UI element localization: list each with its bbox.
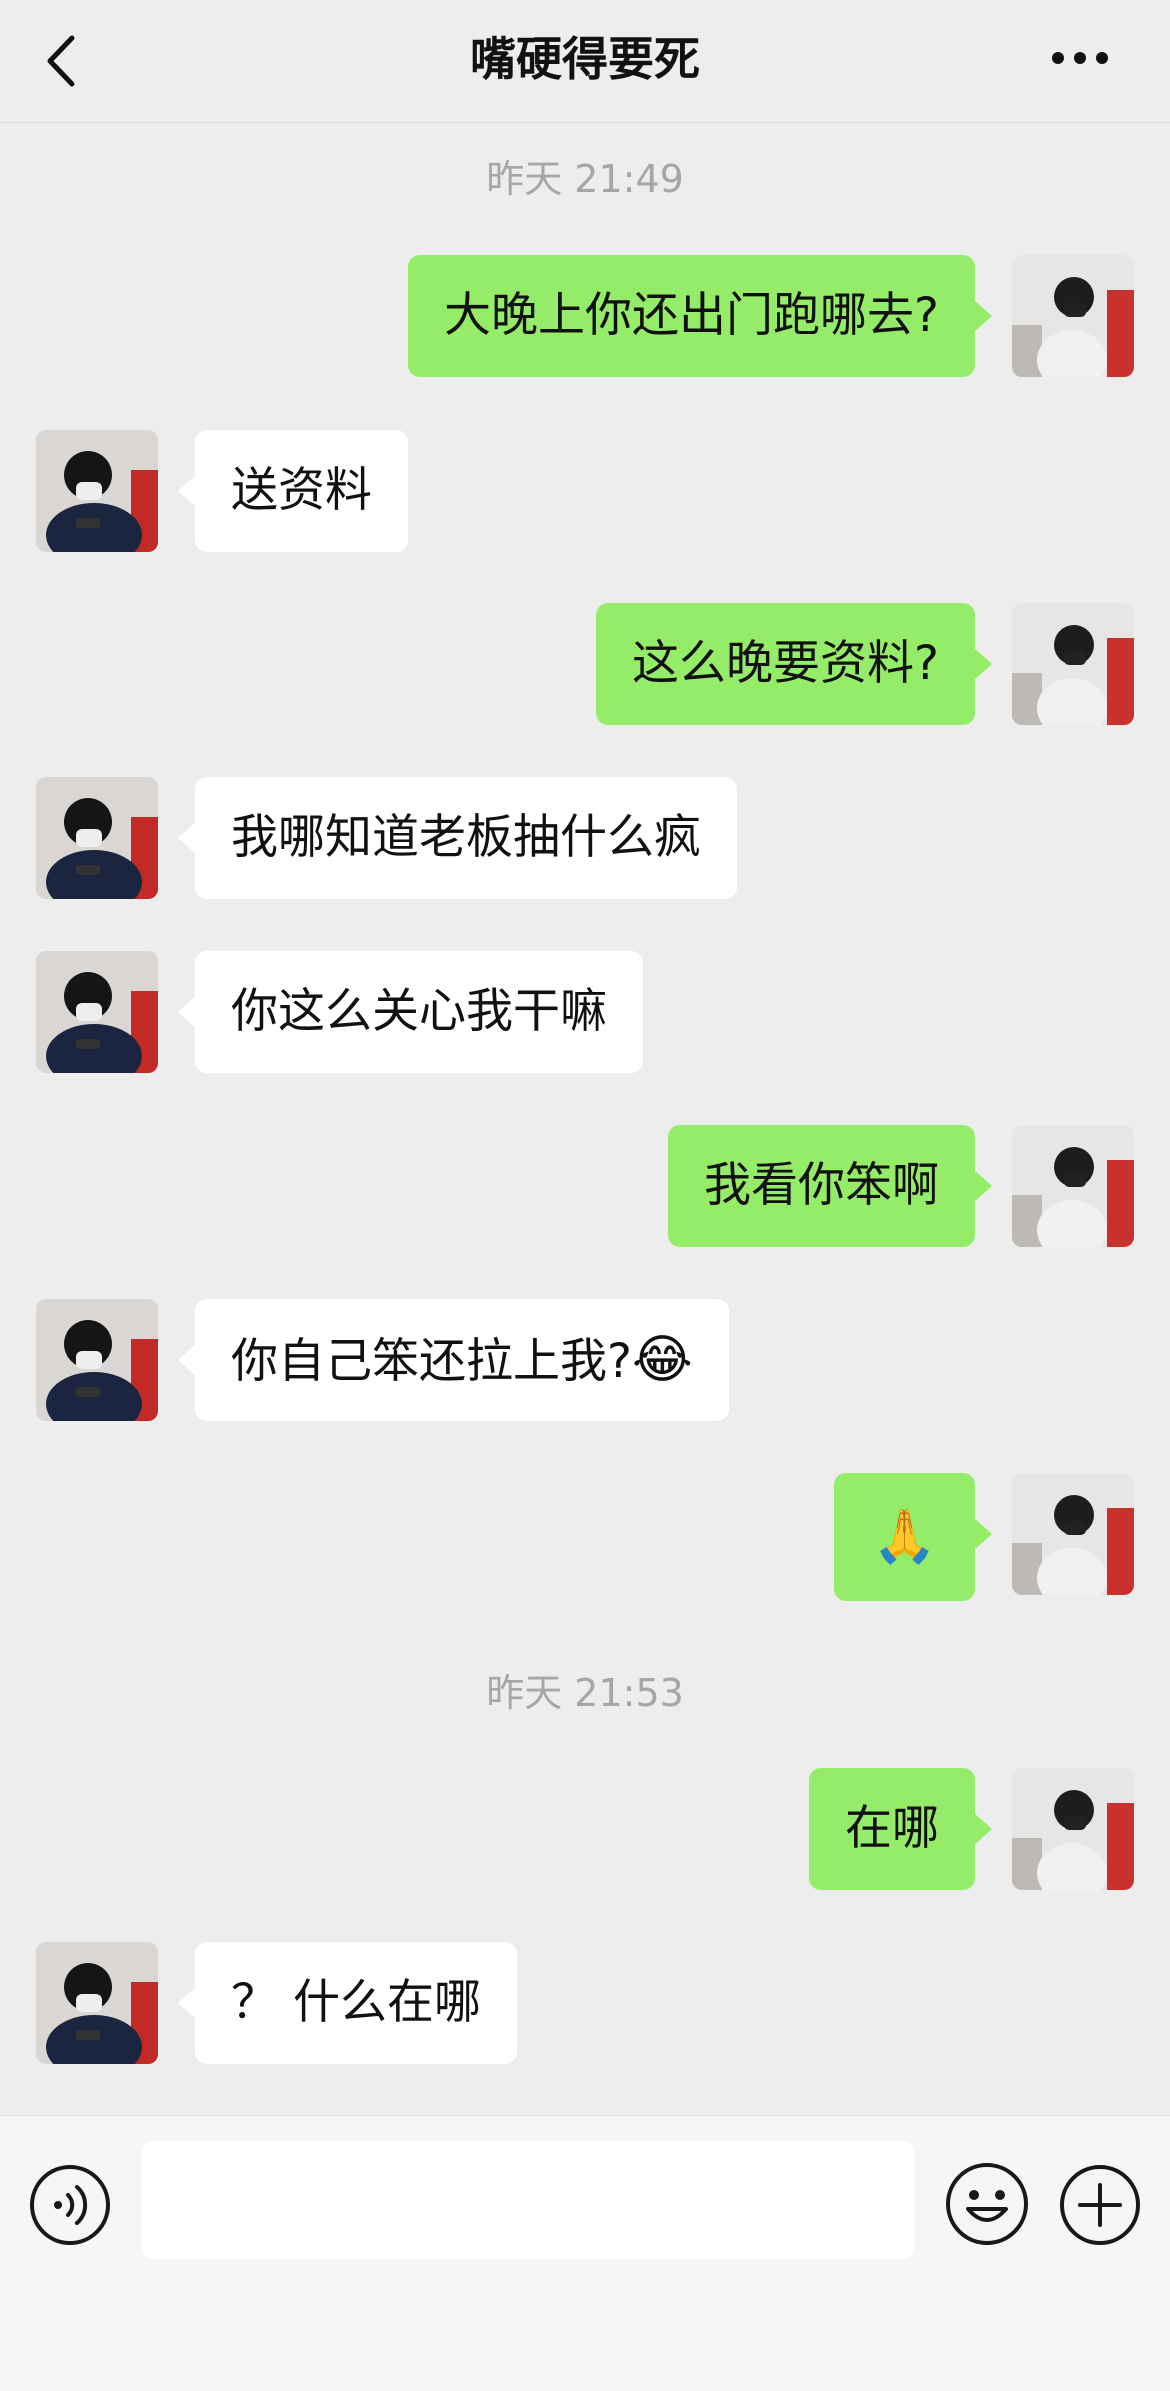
contact-avatar[interactable]: [36, 777, 158, 899]
message-bubble-sent[interactable]: 我看你笨啊: [668, 1125, 992, 1247]
input-bar: [0, 2115, 1170, 2391]
avatar-image: [1012, 1125, 1134, 1247]
timestamp: 昨天 21:53: [486, 1671, 684, 1715]
avatar-image: [1012, 1768, 1134, 1890]
avatar-image: [36, 951, 158, 1073]
message-bubble-received[interactable]: 送资料: [178, 430, 408, 552]
message-bubble-received[interactable]: 你这么关心我干嘛: [178, 951, 643, 1073]
message-bubble-received[interactable]: 你自己笨还拉上我?😂: [178, 1299, 729, 1421]
avatar-image: [1012, 255, 1134, 377]
contact-avatar[interactable]: [36, 1942, 158, 2064]
message-bubble-received[interactable]: 我哪知道老板抽什么疯: [178, 777, 737, 899]
more-functions-button[interactable]: [1058, 2163, 1142, 2247]
chat-header: 嘴硬得要死: [0, 0, 1170, 123]
message-bubble-sent[interactable]: 大晚上你还出门跑哪去?: [408, 255, 992, 377]
message-text: 我看你笨啊: [704, 1158, 939, 1213]
timestamp: 昨天 21:49: [486, 157, 684, 201]
contact-avatar[interactable]: [36, 430, 158, 552]
laughing-emoji: 😂: [631, 1330, 693, 1390]
message-text: 大晚上你还出门跑哪去?: [444, 288, 939, 343]
voice-icon: [30, 2165, 110, 2245]
my-avatar[interactable]: [1012, 1473, 1134, 1595]
avatar-image: [1012, 603, 1134, 725]
my-avatar[interactable]: [1012, 255, 1134, 377]
message-bubble-sent[interactable]: 🙏: [834, 1473, 992, 1601]
more-options-button[interactable]: [1040, 30, 1120, 86]
my-avatar[interactable]: [1012, 603, 1134, 725]
my-avatar[interactable]: [1012, 1125, 1134, 1247]
chat-title: 嘴硬得要死: [470, 32, 700, 86]
voice-button[interactable]: [28, 2163, 112, 2247]
message-text: 你自己笨还拉上我?: [231, 1334, 632, 1389]
message-text: 在哪: [845, 1801, 939, 1856]
more-dots-icon: [1052, 52, 1108, 64]
emoji-button[interactable]: [944, 2161, 1030, 2247]
message-text: 你这么关心我干嘛: [231, 984, 607, 1039]
message-text: 这么晚要资料?: [632, 636, 939, 691]
praying-hands-emoji: 🙏: [872, 1507, 937, 1567]
message-bubble-sent[interactable]: 这么晚要资料?: [596, 603, 992, 725]
avatar-image: [36, 430, 158, 552]
contact-avatar[interactable]: [36, 1299, 158, 1421]
message-text: 我哪知道老板抽什么疯: [231, 810, 701, 865]
avatar-image: [36, 1942, 158, 2064]
plus-circle-icon: [1060, 2165, 1140, 2245]
emoji-face-icon: [946, 2163, 1028, 2245]
message-bubble-sent[interactable]: 在哪: [809, 1768, 992, 1890]
avatar-image: [36, 777, 158, 899]
message-text: 送资料: [231, 463, 372, 518]
message-bubble-received[interactable]: ？ 什么在哪: [178, 1942, 517, 2064]
avatar-image: [36, 1299, 158, 1421]
my-avatar[interactable]: [1012, 1768, 1134, 1890]
contact-avatar[interactable]: [36, 951, 158, 1073]
message-input[interactable]: [142, 2141, 914, 2259]
chat-screen: 嘴硬得要死 昨天 21:49 大晚上你还出门跑哪去? 送资料 这么晚要资料? 我…: [0, 0, 1170, 2391]
avatar-image: [1012, 1473, 1134, 1595]
message-text: ？ 什么在哪: [231, 1975, 481, 2030]
